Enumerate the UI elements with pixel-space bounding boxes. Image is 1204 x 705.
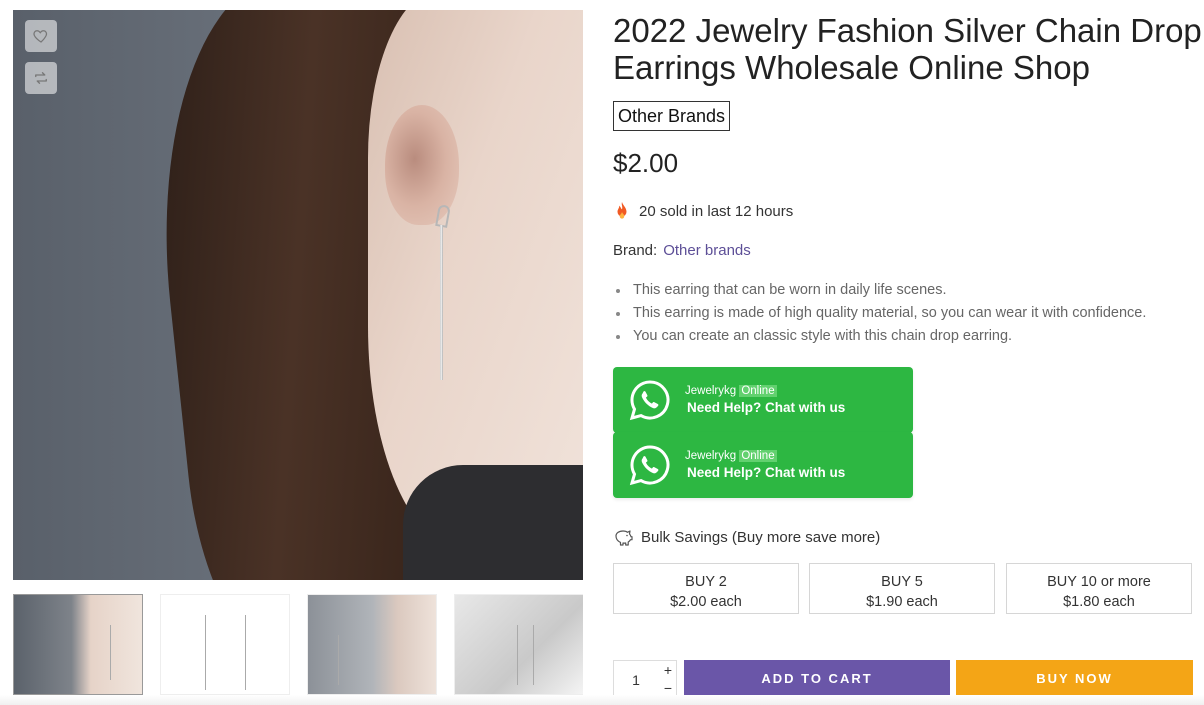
wishlist-button[interactable] [25,20,57,52]
tier-price: $1.80 each [1063,594,1135,610]
online-badge: Online [739,385,777,397]
tier-price: $2.00 each [670,594,742,610]
whatsapp-agent-name: Jewelrykg [685,450,737,462]
whatsapp-cta: Need Help? Chat with us [687,465,846,480]
buy-now-button[interactable]: BUY NOW [956,660,1193,698]
bulk-tier-option[interactable]: BUY 5 $1.90 each [809,563,995,614]
feature-item: You can create an classic style with thi… [613,325,1146,348]
quantity-increase-button[interactable]: + [658,661,678,679]
feature-item: This earring that can be worn in daily l… [613,279,1146,302]
feature-item: This earring is made of high quality mat… [613,302,1146,325]
quantity-input[interactable]: 1 [614,661,658,699]
thumb-earring [533,625,534,685]
thumbnail-3[interactable] [307,594,437,695]
thumb-earring [110,625,111,680]
sold-text: 20 sold in last 12 hours [639,202,794,220]
thumbnail-4[interactable] [454,594,583,695]
add-to-cart-button[interactable]: ADD TO CART [684,660,950,698]
heart-icon [33,30,48,43]
fire-icon [617,202,627,219]
brand-link[interactable]: Other brands [663,242,751,259]
tier-quantity: BUY 10 or more [1047,574,1151,590]
whatsapp-icon [629,380,670,421]
compare-icon [35,72,47,84]
whatsapp-chat-button[interactable]: Jewelrykg Online Need Help? Chat with us [613,432,913,498]
bulk-tier-option[interactable]: BUY 2 $2.00 each [613,563,799,614]
photo-shirt [403,465,583,580]
main-product-image[interactable] [13,10,583,580]
tier-quantity: BUY 5 [881,574,923,590]
thumbnail-1[interactable] [13,594,143,695]
product-price: $2.00 [613,148,679,178]
thumbnail-2[interactable] [160,594,290,695]
thumb-earring [205,615,206,690]
tier-price: $1.90 each [866,594,938,610]
feature-list: This earring that can be worn in daily l… [613,279,1146,348]
bulk-savings-heading: Bulk Savings (Buy more save more) [613,528,880,546]
thumb-earring [338,635,339,685]
brand-tag[interactable]: Other Brands [613,101,731,131]
thumbnail-strip [13,594,583,695]
compare-button[interactable] [25,62,57,94]
brand-label: Brand: [613,242,658,259]
bulk-savings-text: Bulk Savings (Buy more save more) [641,528,881,546]
whatsapp-agent-name: Jewelrykg [685,385,737,397]
online-badge: Online [739,450,777,462]
brand-line: Brand: Other brands [613,242,751,259]
whatsapp-icon [629,445,670,486]
tier-quantity: BUY 2 [685,574,727,590]
whatsapp-chat-button[interactable]: Jewelrykg Online Need Help? Chat with us [613,367,913,433]
piggy-bank-icon [615,530,633,546]
whatsapp-cta: Need Help? Chat with us [687,400,846,415]
thumb-earring [517,625,518,685]
photo-earring-bar [440,225,443,380]
product-title: 2022 Jewelry Fashion Silver Chain Drop E… [613,12,1202,86]
bulk-tier-option[interactable]: BUY 10 or more $1.80 each [1006,563,1192,614]
page-bottom-shadow [0,695,1204,705]
thumb-earring [245,615,246,690]
quantity-stepper: 1 + − [613,660,677,698]
sold-counter: 20 sold in last 12 hours [613,201,793,221]
